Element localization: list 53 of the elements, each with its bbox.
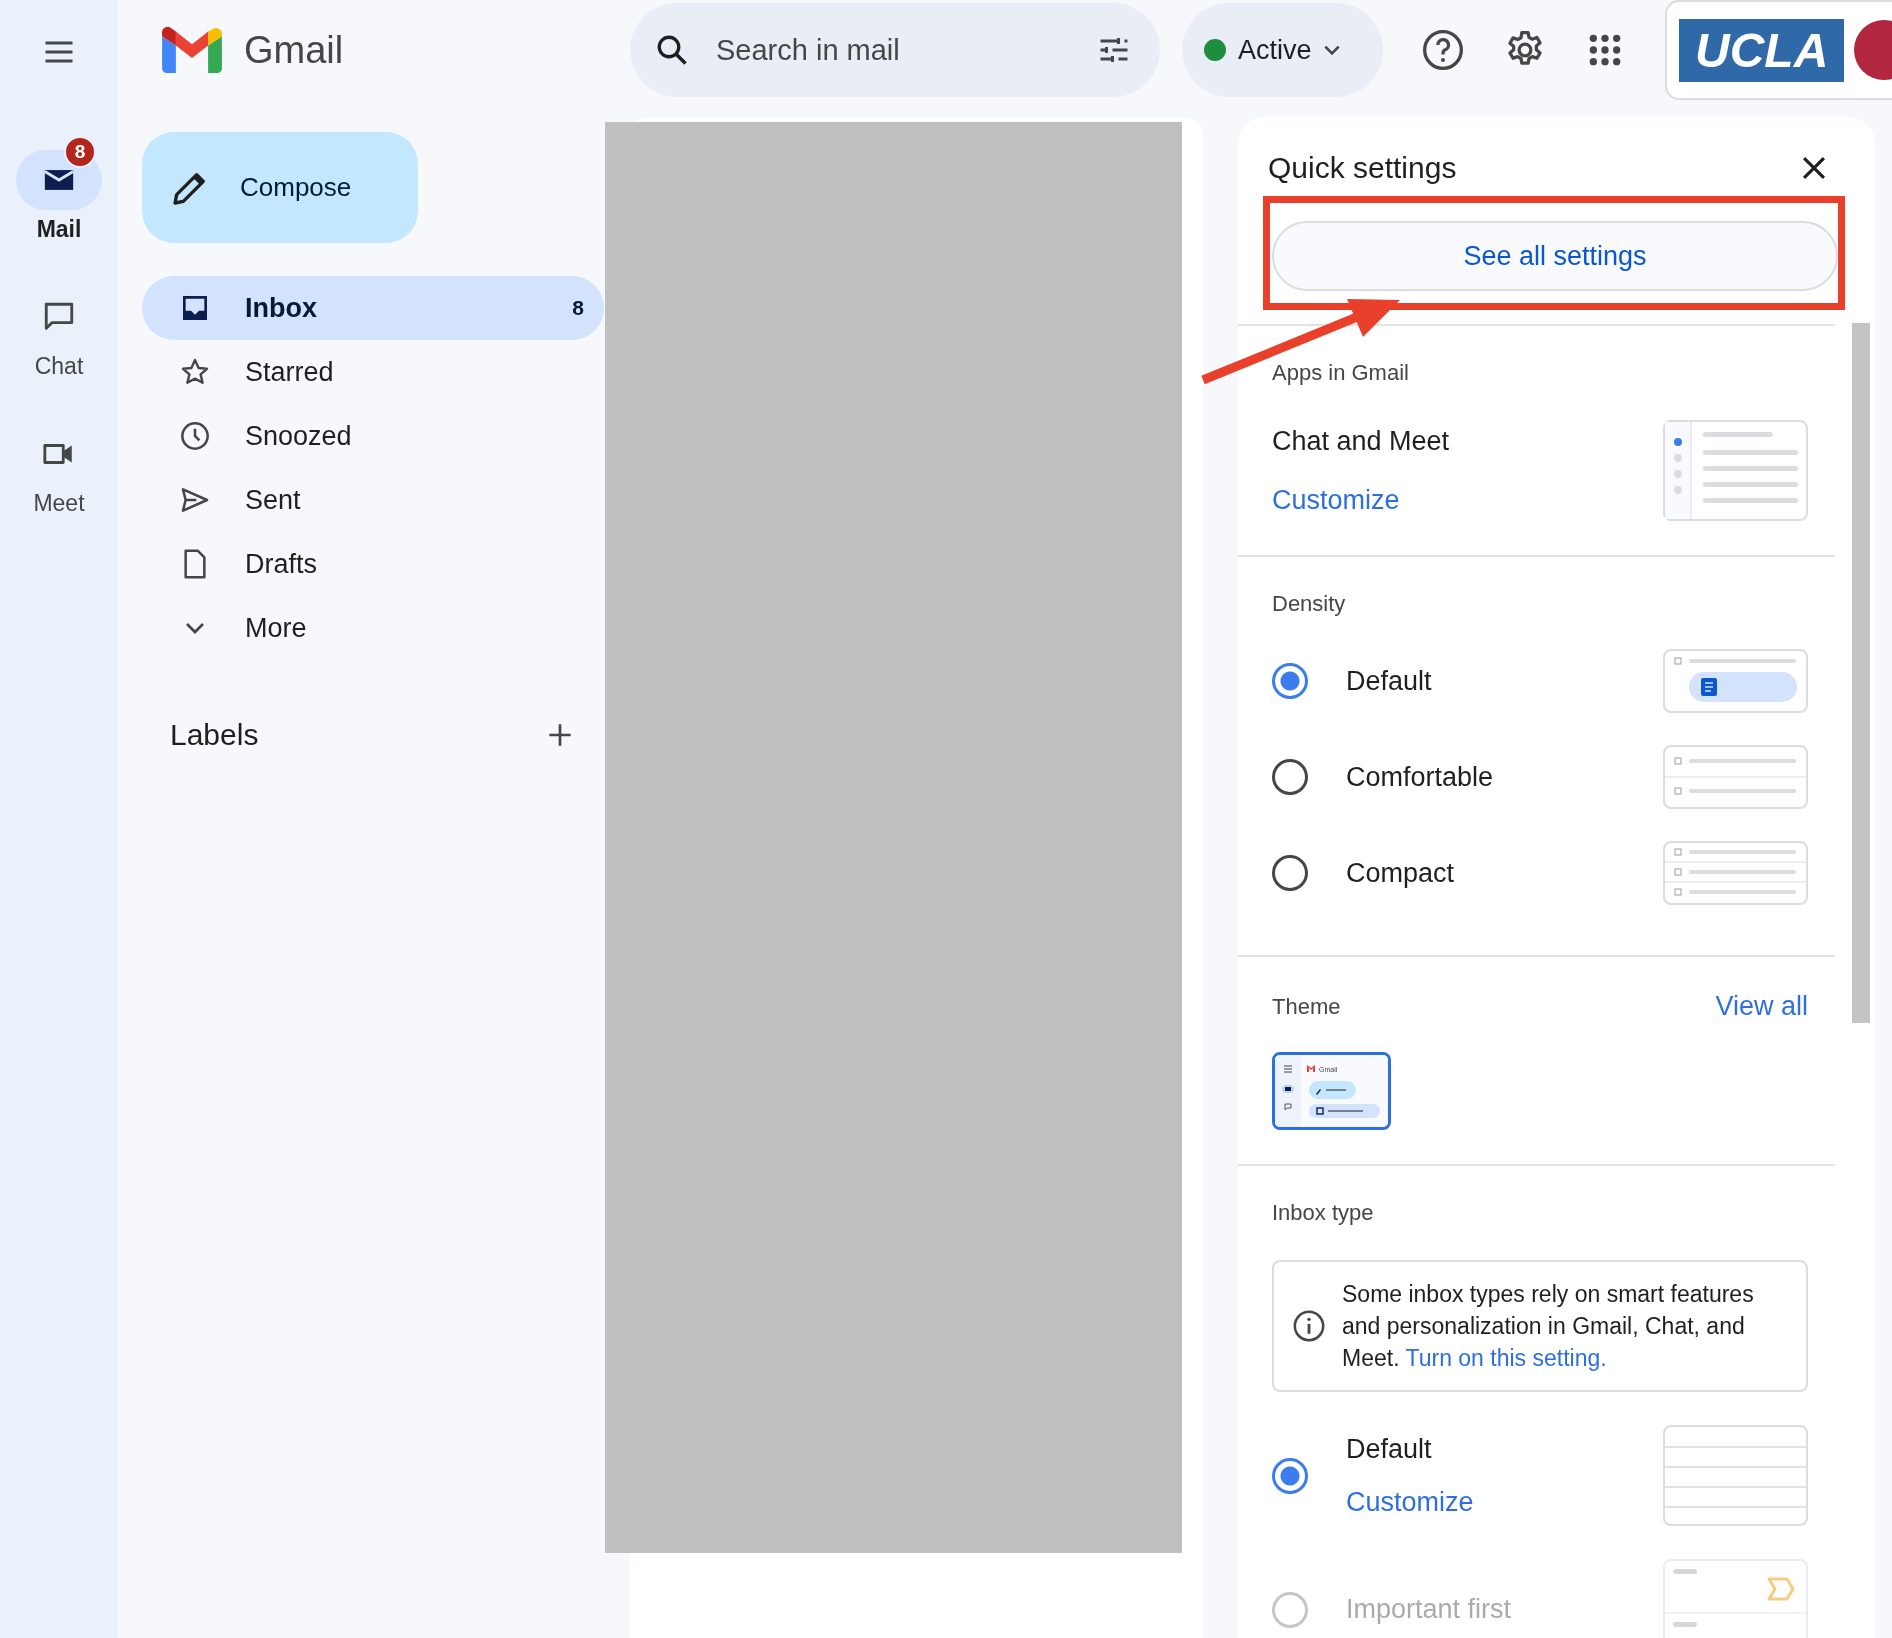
- turn-on-setting-link[interactable]: Turn on this setting.: [1405, 1345, 1607, 1371]
- folder-item[interactable]: Starred: [142, 340, 604, 404]
- folder-item[interactable]: Snoozed: [142, 404, 604, 468]
- search-field[interactable]: Search in mail: [630, 3, 1160, 97]
- folder-label: Starred: [245, 356, 335, 388]
- section-heading: Labels: [170, 718, 259, 752]
- account-button[interactable]: UCLA: [1665, 0, 1892, 100]
- section-heading: Apps in Gmail: [1272, 360, 1410, 386]
- app-label: Meet: [33, 490, 85, 517]
- status-dot: [1204, 39, 1226, 61]
- option-label: Comfortable: [1346, 761, 1495, 793]
- folder-label: More: [245, 612, 308, 644]
- option-label: Important first: [1346, 1594, 1513, 1625]
- unread-count-badge: 8: [64, 136, 96, 168]
- radio-button[interactable]: [1272, 855, 1308, 891]
- info-icon: [1292, 1309, 1326, 1343]
- folder-label: Drafts: [245, 548, 318, 580]
- folder-label: Sent: [245, 484, 302, 516]
- option-label: Default: [1346, 665, 1433, 697]
- radio-button[interactable]: [1272, 1457, 1308, 1494]
- setting-label: Chat and Meet: [1272, 426, 1450, 457]
- organization-logo: UCLA: [1679, 18, 1845, 82]
- help-icon[interactable]: [1421, 28, 1465, 72]
- view-all-link[interactable]: View all: [1715, 991, 1808, 1022]
- section-heading: Density: [1272, 591, 1347, 617]
- option-label: Default: [1346, 1433, 1433, 1465]
- panel-title: Quick settings: [1268, 151, 1457, 185]
- folder-label: Inbox: [245, 292, 318, 324]
- folder-label: Snoozed: [245, 420, 353, 452]
- search-input[interactable]: Search in mail: [714, 32, 1072, 68]
- unread-count: 8: [572, 296, 584, 320]
- radio-button[interactable]: [1272, 759, 1308, 795]
- compose-button[interactable]: Compose: [142, 132, 418, 243]
- see-all-settings-button[interactable]: See all settings: [1272, 221, 1838, 291]
- section-heading: Theme: [1272, 993, 1341, 1020]
- section-heading: Inbox type: [1272, 1200, 1375, 1226]
- clock-icon: [179, 420, 211, 452]
- notice-text: Some inbox types rely on smart features and personalization in Gmail, Chat, and Meet. Turn on this setting.: [1342, 1280, 1755, 1373]
- folder-item[interactable]: Drafts: [142, 532, 604, 596]
- app-label: Mail: [36, 216, 82, 243]
- option-label: Compact: [1346, 857, 1456, 889]
- customize-link[interactable]: Customize: [1346, 1486, 1663, 1518]
- radio-button[interactable]: [1272, 663, 1308, 699]
- folder-item[interactable]: Sent: [142, 468, 604, 532]
- caret-icon: [1323, 45, 1340, 55]
- status-dropdown[interactable]: Active: [1182, 3, 1383, 97]
- customize-link[interactable]: Customize: [1272, 485, 1450, 516]
- scrollbar[interactable]: [1852, 323, 1870, 1023]
- folder-item[interactable]: Inbox 8: [142, 276, 604, 340]
- product-name: Gmail: [244, 28, 344, 72]
- m-logo-icon: [162, 27, 222, 73]
- folder-item[interactable]: More: [142, 596, 604, 660]
- app-label: Chat: [34, 353, 84, 380]
